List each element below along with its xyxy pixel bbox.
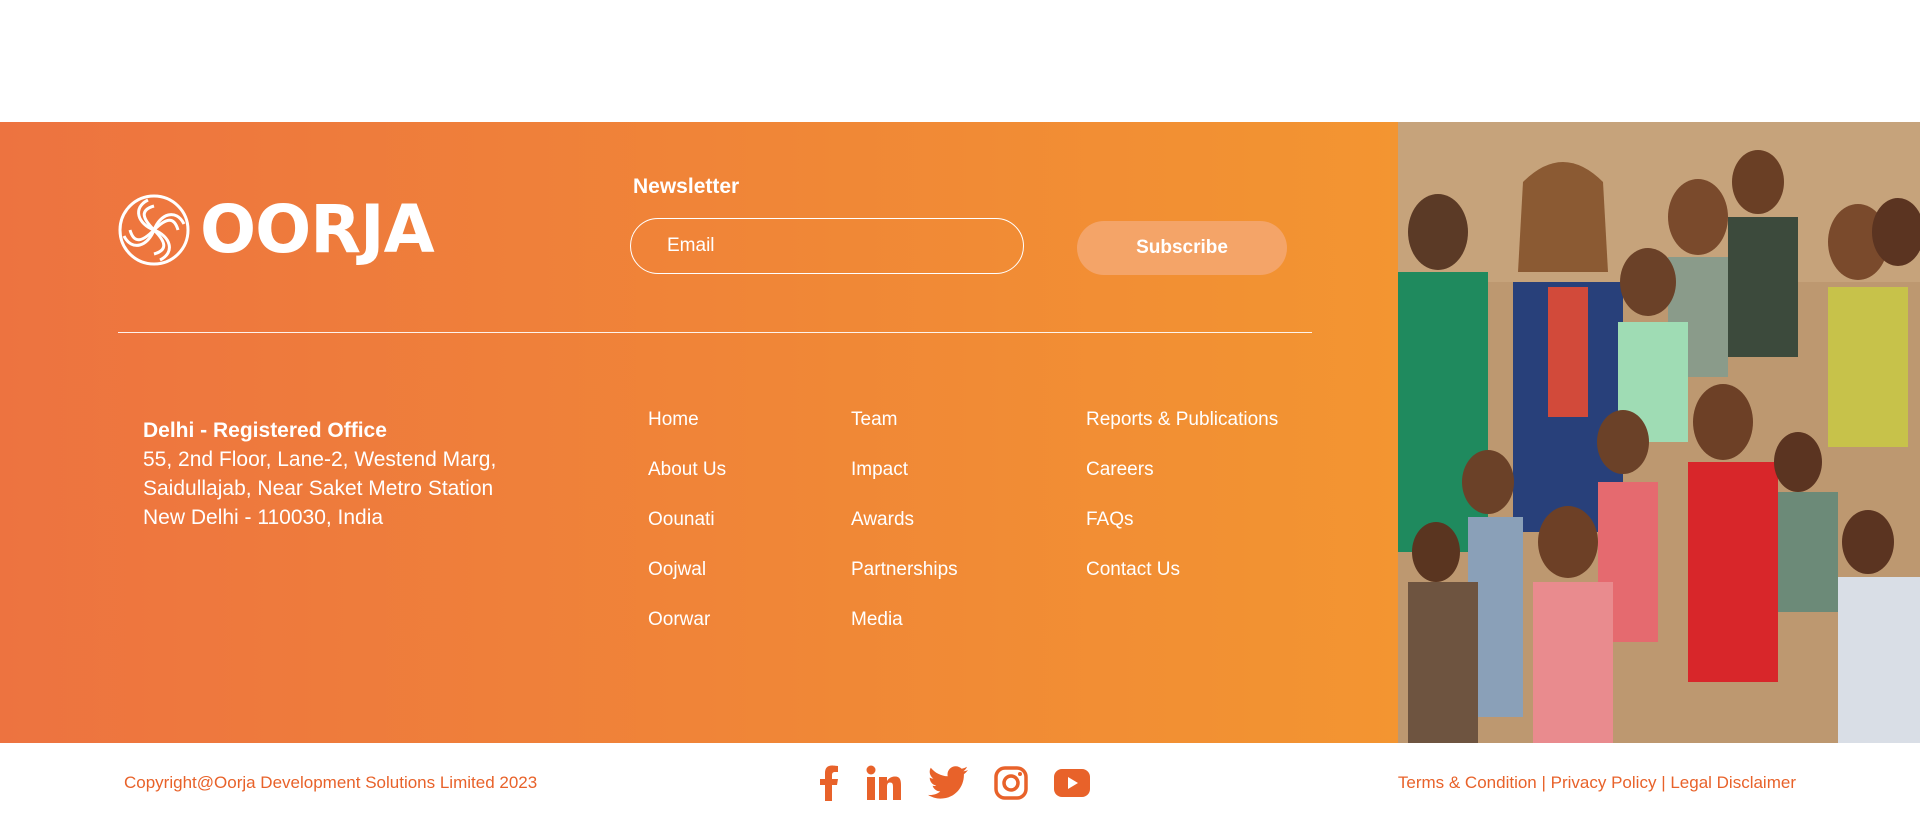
nav-link-oojwal[interactable]: Oojwal (648, 558, 726, 608)
office-address: Delhi - Registered Office 55, 2nd Floor,… (143, 416, 496, 532)
nav-link-careers[interactable]: Careers (1086, 458, 1278, 508)
nav-link-media[interactable]: Media (851, 608, 958, 658)
office-address-line: New Delhi - 110030, India (143, 506, 384, 529)
instagram-icon[interactable] (994, 766, 1028, 805)
footer-nav-column-3: Reports & Publications Careers FAQs Cont… (1086, 408, 1278, 608)
logo[interactable]: OORJA (118, 191, 435, 268)
nav-link-awards[interactable]: Awards (851, 508, 958, 558)
footer-nav-column-1: Home About Us Oounati Oojwal Oorwar (648, 408, 726, 658)
legal-disclaimer-link[interactable]: Legal Disclaimer (1670, 773, 1796, 792)
group-photo (1398, 122, 1920, 743)
swirl-logo-icon (118, 194, 190, 266)
facebook-icon[interactable] (818, 765, 840, 806)
linkedin-icon[interactable] (866, 765, 902, 806)
nav-link-reports-publications[interactable]: Reports & Publications (1086, 408, 1278, 458)
nav-link-faqs[interactable]: FAQs (1086, 508, 1278, 558)
nav-link-oorwar[interactable]: Oorwar (648, 608, 726, 658)
twitter-icon[interactable] (928, 766, 968, 805)
privacy-policy-link[interactable]: Privacy Policy (1551, 773, 1657, 792)
email-input[interactable] (630, 218, 1024, 274)
office-address-line: 55, 2nd Floor, Lane-2, Westend Marg, (143, 448, 497, 471)
group-photo-illustration (1398, 122, 1920, 743)
nav-link-team[interactable]: Team (851, 408, 958, 458)
nav-link-oounati[interactable]: Oounati (648, 508, 726, 558)
terms-link[interactable]: Terms & Condition (1398, 773, 1537, 792)
footer-divider (118, 332, 1312, 333)
legal-separator: | (1661, 773, 1671, 792)
nav-link-home[interactable]: Home (648, 408, 726, 458)
office-address-line: Saidullajab, Near Saket Metro Station (143, 477, 494, 500)
nav-link-contact-us[interactable]: Contact Us (1086, 558, 1278, 608)
nav-link-impact[interactable]: Impact (851, 458, 958, 508)
copyright-text: Copyright@Oorja Development Solutions Li… (124, 773, 538, 792)
legal-links: Terms & Condition | Privacy Policy | Leg… (1398, 773, 1796, 793)
nav-link-partnerships[interactable]: Partnerships (851, 558, 958, 608)
legal-separator: | (1541, 773, 1551, 792)
footer-orange-panel: OORJA Newsletter Subscribe Delhi - Regis… (0, 122, 1398, 743)
subscribe-button[interactable]: Subscribe (1077, 221, 1287, 275)
footer-bottom-bar: Copyright@Oorja Development Solutions Li… (0, 743, 1920, 824)
nav-link-about-us[interactable]: About Us (648, 458, 726, 508)
footer-nav-column-2: Team Impact Awards Partnerships Media (851, 408, 958, 658)
footer-main: OORJA Newsletter Subscribe Delhi - Regis… (0, 122, 1920, 743)
newsletter-heading: Newsletter (633, 175, 740, 198)
logo-wordmark: OORJA (200, 191, 435, 268)
youtube-icon[interactable] (1054, 769, 1090, 802)
social-links (818, 765, 1116, 806)
office-title: Delhi - Registered Office (143, 419, 387, 442)
